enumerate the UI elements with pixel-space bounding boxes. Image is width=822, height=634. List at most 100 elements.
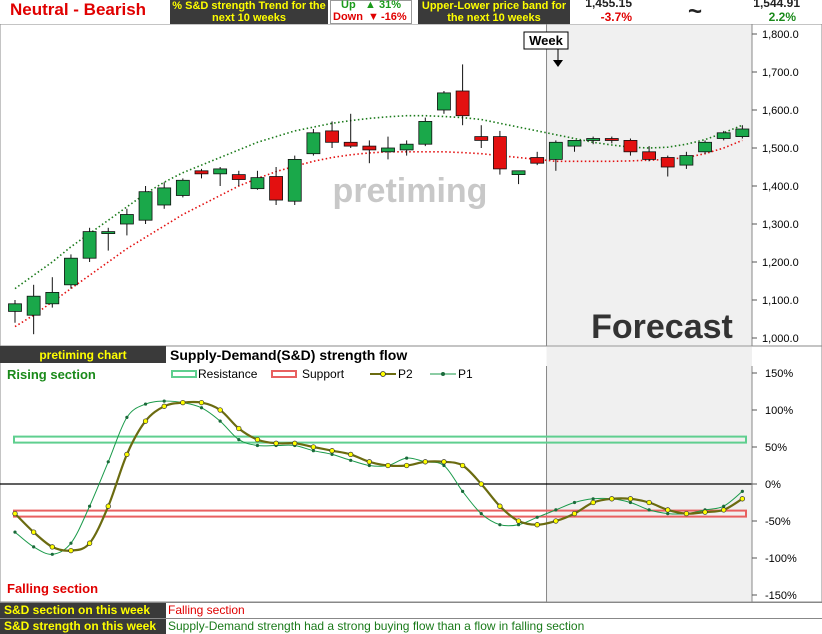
p2-point <box>385 462 391 469</box>
candle <box>175 178 190 198</box>
p1-point <box>199 406 204 410</box>
candle-body <box>157 187 172 206</box>
p2-point <box>459 462 466 469</box>
p1-point <box>479 512 483 516</box>
sd-forecast-area <box>546 347 752 601</box>
sd-section-label: S&D section on this week <box>0 603 166 618</box>
trend-label: Neutral - Bearish <box>0 0 165 22</box>
price-tick-label: 1,100.0 <box>762 295 799 307</box>
down-arrow-icon: ▼ <box>368 11 379 23</box>
p1-point <box>218 419 222 423</box>
candle-body <box>306 132 321 155</box>
candle <box>437 91 451 114</box>
candle <box>698 140 712 154</box>
candle-body <box>381 147 395 153</box>
candle <box>306 129 321 156</box>
p2-point <box>198 399 205 406</box>
p2-point <box>12 510 18 517</box>
p1-point <box>572 500 577 505</box>
sd-section-row: S&D section on this week Falling section <box>0 602 822 618</box>
sd-tick-label: -150% <box>765 590 797 602</box>
p1-point <box>162 399 166 403</box>
falling-section-label: Falling section <box>7 581 98 596</box>
candle-body <box>325 130 339 143</box>
p1-point <box>143 402 148 406</box>
p2-point <box>665 507 671 513</box>
candle-body <box>623 140 638 153</box>
p2-point <box>571 510 578 517</box>
candle-body <box>586 138 601 141</box>
candle-body <box>287 158 302 202</box>
sd-strength-label: S&D strength on this week <box>0 619 166 634</box>
p2-point <box>180 399 186 406</box>
candle-body <box>250 177 265 190</box>
p1-point <box>13 530 17 534</box>
candle <box>492 130 507 175</box>
sd-tick-label: -50% <box>765 516 791 528</box>
p2-point <box>292 440 298 446</box>
p2-point <box>161 403 167 409</box>
candle-body <box>120 214 134 225</box>
down-label: Down <box>333 11 363 23</box>
p2-point <box>49 544 55 550</box>
p2-point <box>515 518 522 524</box>
watermark: pretiming <box>333 172 488 210</box>
candle-body <box>8 303 22 312</box>
candle <box>287 155 302 205</box>
sd-title: Supply-Demand(S&D) strength flow <box>170 347 407 363</box>
sd-trend-title: % S&D strength Trend for the next 10 wee… <box>170 0 328 24</box>
candle-body <box>399 143 414 151</box>
p2-point <box>422 459 428 465</box>
candle-body <box>213 168 228 175</box>
legend-support: Support <box>302 367 345 381</box>
p2-point <box>86 540 93 546</box>
week-label: Week <box>529 33 563 48</box>
p1-point <box>106 460 110 464</box>
candle <box>64 254 78 289</box>
p1-point <box>69 541 73 545</box>
p2-point <box>217 407 223 413</box>
forecast-label: Forecast <box>591 308 733 346</box>
p2-point <box>478 481 484 487</box>
p1-point <box>88 504 92 508</box>
candle-body <box>269 176 284 201</box>
sd-tick-label: -100% <box>765 553 797 565</box>
legend-p1: P1 <box>458 367 473 381</box>
sd-tick-label: 100% <box>765 405 793 417</box>
p1-point <box>740 489 744 493</box>
p2-point <box>553 518 559 524</box>
price-tick-label: 1,700.0 <box>762 67 799 79</box>
p1-point <box>125 415 129 419</box>
p2-point <box>329 448 335 454</box>
candle-body <box>26 295 41 316</box>
price-chart: pretiming 1,800.0 1,700.0 1,600.0 1,500.0 1,… <box>0 24 822 346</box>
sd-tick-label: 150% <box>765 368 793 380</box>
candle-body <box>231 174 246 180</box>
p1-point <box>647 508 651 512</box>
p2-point <box>348 451 354 458</box>
candle-body <box>437 92 451 111</box>
p2-point <box>739 496 745 502</box>
p1-point <box>405 456 409 460</box>
p1-point <box>255 443 260 448</box>
candle <box>82 227 97 262</box>
price-tick-label: 1,800.0 <box>762 29 799 41</box>
p1-point <box>50 552 54 556</box>
candle-body <box>716 132 731 139</box>
p2-point <box>105 503 111 509</box>
lower-change: -3.7% <box>600 10 632 24</box>
candle-body <box>45 291 60 305</box>
p2-point <box>721 507 727 513</box>
candle-body <box>567 140 582 147</box>
candle-body <box>698 141 712 153</box>
up-down-box: Up ▲ 31% Down ▼ -16% <box>330 0 412 24</box>
p2-point <box>124 451 130 458</box>
up-row: Up ▲ 31% <box>331 0 411 11</box>
p2-point <box>646 499 652 506</box>
pretiming-chart-label: pretiming chart <box>39 348 126 362</box>
candle-body <box>82 231 97 259</box>
p2-point <box>68 547 74 554</box>
band-title: Upper-Lower price band for the next 10 w… <box>418 0 570 24</box>
lower-price: 1,455.15 <box>585 0 632 10</box>
p2-point <box>31 529 37 535</box>
